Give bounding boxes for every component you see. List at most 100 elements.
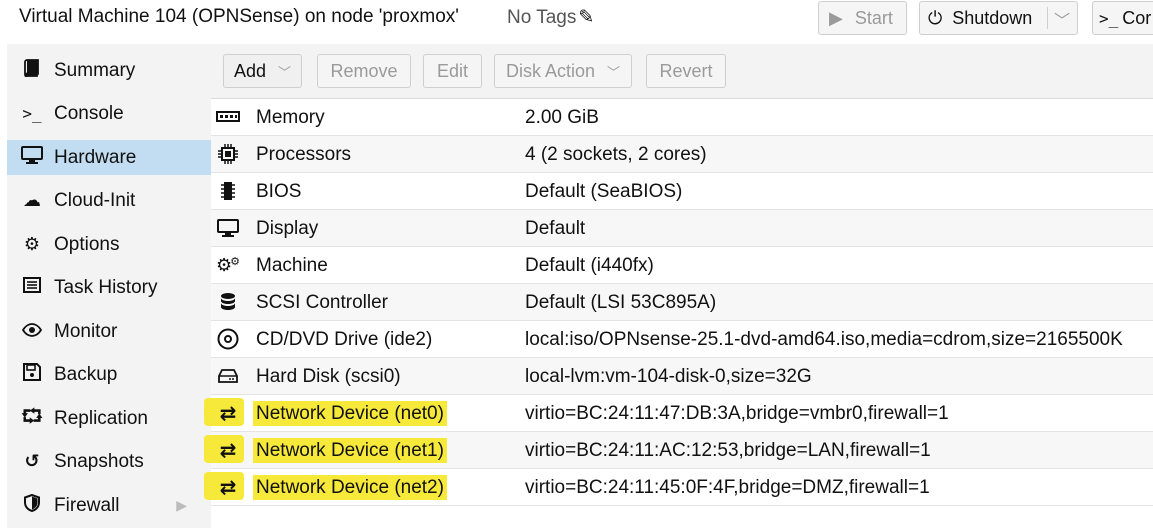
row-name: BIOS [256,181,302,202]
row-value: local-lvm:vm-104-disk-0,size=32G [525,366,812,387]
retweet-icon: ⮔ [21,405,43,426]
row-value: virtio=BC:24:11:AC:12:53,bridge=LAN,fire… [525,440,931,461]
sidebar-item-label: Snapshots [54,450,144,472]
table-row[interactable]: Hard Disk (scsi0) local-lvm:vm-104-disk-… [211,358,1153,395]
row-value: Default (SeaBIOS) [525,181,683,202]
button-divider [1047,7,1048,29]
console-button[interactable]: >_ Cor [1092,1,1153,35]
sidebar-item-label: Cloud-Init [54,189,136,211]
sidebar-item-snapshots[interactable]: ↺ Snapshots [7,444,211,479]
hardware-panel: Add ﹀ Remove Edit Disk Action ﹀ Revert M… [204,44,1153,528]
sidebar-item-label: Summary [54,59,136,81]
highlighted-label: Network Device (net0) [253,401,447,426]
row-value: Default (i440fx) [525,255,654,276]
table-row[interactable]: ⇄ Network Device (net2) virtio=BC:24:11:… [204,469,1153,506]
shield-icon [20,493,44,517]
tags-area[interactable]: No Tags ✎ [507,6,594,29]
edit-button[interactable]: Edit [423,54,482,88]
sidebar-item-firewall[interactable]: Firewall ▶ [7,488,211,523]
row-value: 2.00 GiB [525,107,599,128]
sidebar-item-replication[interactable]: ⮔ Replication [7,401,211,436]
row-name: Network Device (net2) [253,475,447,500]
sidebar-item-console[interactable]: >_ Console [7,96,211,131]
sidebar-edge [0,44,7,528]
memory-icon [214,106,242,128]
sidebar-item-backup[interactable]: Backup [7,357,211,392]
book-icon [20,59,44,82]
sidebar-item-summary[interactable]: Summary [7,53,211,88]
table-row[interactable]: Display Default [211,210,1153,247]
sidebar-item-cloud-init[interactable]: ☁ Cloud-Init [7,183,211,218]
chevron-right-icon[interactable]: ▶ [176,497,187,514]
microchip-icon [214,180,242,202]
row-value: 4 (2 sockets, 2 cores) [525,144,707,165]
exchange-icon: ⇄ [219,402,237,425]
cpu-icon [214,143,242,165]
row-value: virtio=BC:24:11:47:DB:3A,bridge=vmbr0,fi… [525,403,949,424]
eye-icon [20,321,44,342]
table-row[interactable]: ⇄ Network Device (net1) virtio=BC:24:11:… [204,432,1153,469]
cogs-icon: ⚙ ⚙ [215,254,240,275]
highlighted-label: Network Device (net1) [253,438,447,463]
disk-action-label: Disk Action [505,60,596,81]
sidebar: Summary >_ Console Hardware ☁ Cloud-Init… [0,44,211,528]
sidebar-item-label: Monitor [54,320,118,342]
remove-button[interactable]: Remove [317,54,411,88]
table-row[interactable]: SCSI Controller Default (LSI 53C895A) [211,284,1153,321]
sidebar-item-label: Task History [54,276,158,298]
highlighted-label: Network Device (net2) [253,475,447,500]
shutdown-label: Shutdown [952,7,1033,28]
table-row[interactable]: Memory 2.00 GiB [211,99,1153,136]
sidebar-item-label: Backup [54,363,118,385]
tags-label: No Tags [507,7,577,28]
console-label: Cor [1122,7,1152,28]
start-label: Start [854,7,893,28]
table-row[interactable]: CD/DVD Drive (ide2) local:iso/OPNsense-2… [211,321,1153,358]
row-value: local:iso/OPNsense-25.1-dvd-amd64.iso,me… [525,329,1123,350]
terminal-icon: >_ [22,104,42,123]
cdrom-icon [214,328,242,350]
start-button[interactable]: ▶ Start [818,1,907,35]
history-icon: ↺ [24,451,40,471]
add-button[interactable]: Add ﹀ [223,54,302,88]
play-icon: ▶ [829,7,843,28]
revert-button[interactable]: Revert [646,54,726,88]
sidebar-item-label: Replication [54,407,148,429]
floppy-icon [20,363,44,386]
sidebar-item-label: Options [54,233,120,255]
table-row[interactable]: ⇄ Network Device (net0) virtio=BC:24:11:… [204,395,1153,432]
table-row[interactable]: BIOS Default (SeaBIOS) [211,173,1153,210]
row-name: Memory [256,107,325,128]
exchange-icon: ⇄ [219,439,237,462]
exchange-icon: ⇄ [219,476,237,499]
sidebar-item-label: Hardware [54,146,137,168]
table-row[interactable]: ⚙ ⚙ Machine Default (i440fx) [211,247,1153,284]
sidebar-item-label: Console [54,102,124,124]
vm-header: Virtual Machine 104 (OPNSense) on node '… [0,0,1153,38]
page-title: Virtual Machine 104 (OPNSense) on node '… [19,6,459,27]
row-name: Processors [256,144,352,165]
row-name: Machine [256,255,328,276]
sidebar-item-hardware[interactable]: Hardware [7,140,211,175]
gear-icon: ⚙ [23,234,41,254]
list-icon [20,277,44,298]
row-value: virtio=BC:24:11:45:0F:4F,bridge=DMZ,fire… [525,477,930,498]
sidebar-item-label: Firewall [54,494,120,516]
chevron-down-icon[interactable]: ﹀ [1054,7,1070,31]
disk-action-button[interactable]: Disk Action ﹀ [494,54,632,88]
row-value: Default [525,218,586,239]
row-name: Hard Disk (scsi0) [256,366,401,387]
sidebar-item-task-history[interactable]: Task History [7,270,211,305]
edit-label: Edit [436,60,469,81]
hardware-toolbar: Add ﹀ Remove Edit Disk Action ﹀ Revert [211,44,1153,99]
pencil-icon[interactable]: ✎ [578,7,594,28]
row-name: CD/DVD Drive (ide2) [256,329,433,350]
sidebar-item-monitor[interactable]: Monitor [7,314,211,349]
shutdown-button[interactable]: ⏻ Shutdown ﹀ [919,1,1078,35]
row-name: Network Device (net1) [253,438,447,463]
add-label: Add [233,60,266,81]
table-row[interactable]: Processors 4 (2 sockets, 2 cores) [211,136,1153,173]
database-icon [214,291,242,313]
desktop-icon [214,217,242,239]
sidebar-item-options[interactable]: ⚙ Options [7,227,211,262]
